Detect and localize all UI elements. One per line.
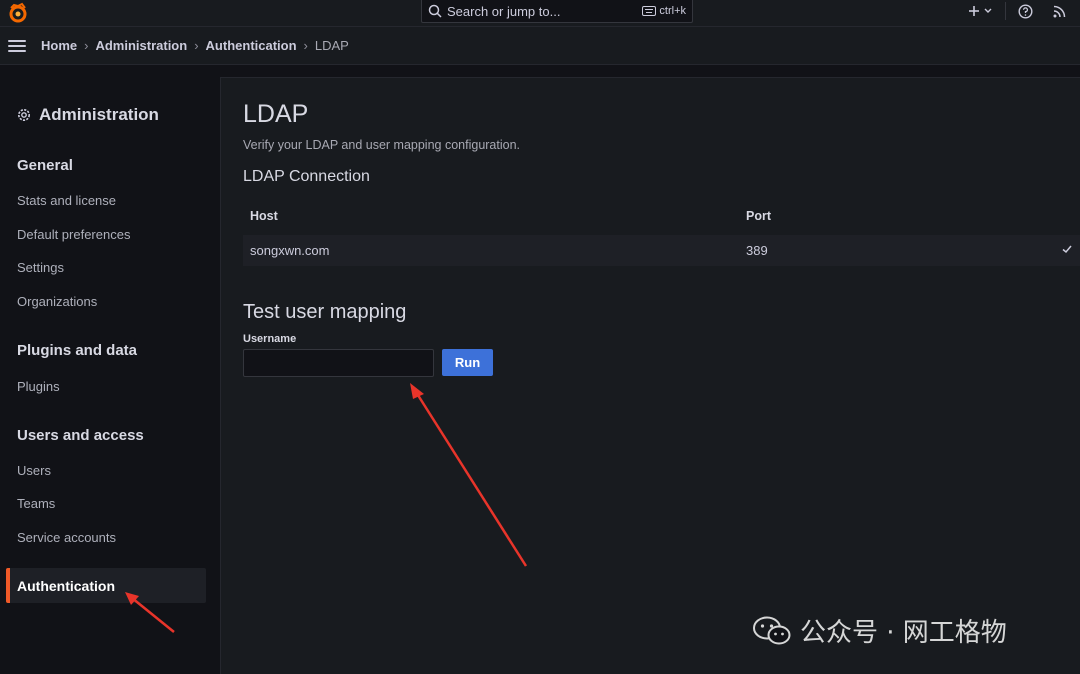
keyboard-shortcut: ctrl+k <box>642 5 686 17</box>
active-indicator <box>6 568 10 603</box>
sidebar-item-stats-and-license[interactable]: Stats and license <box>17 193 116 208</box>
run-button[interactable]: Run <box>442 349 493 376</box>
ldap-page: LDAP Verify your LDAP and user mapping c… <box>220 77 1080 674</box>
watermark: 公众号 · 网工格物 <box>752 612 1007 649</box>
menu-icon[interactable] <box>8 39 26 52</box>
top-actions <box>968 0 1066 22</box>
sidebar-item-authentication[interactable]: Authentication <box>6 568 206 603</box>
news-button[interactable] <box>1053 0 1066 22</box>
divider <box>1005 2 1006 20</box>
breadcrumb-ldap: LDAP <box>314 38 349 53</box>
gear-icon <box>18 109 30 121</box>
search-icon <box>428 4 442 18</box>
test-user-mapping-heading: Test user mapping <box>243 301 407 323</box>
grafana-logo-icon[interactable] <box>7 2 29 24</box>
column-header-host: Host <box>250 209 278 223</box>
plus-icon <box>969 6 979 16</box>
sidebar-item-users[interactable]: Users <box>17 463 51 478</box>
sidebar-item-label: Authentication <box>17 577 115 594</box>
sidebar-title-label: Administration <box>39 105 159 124</box>
page-subtitle: Verify your LDAP and user mapping config… <box>243 138 521 152</box>
help-circle-icon <box>1018 3 1033 19</box>
username-input[interactable] <box>243 349 434 377</box>
chevron-right-icon: › <box>194 38 199 53</box>
check-icon <box>1062 245 1072 254</box>
ldap-connection-heading: LDAP Connection <box>243 168 370 185</box>
breadcrumb-authentication[interactable]: Authentication <box>206 38 297 53</box>
rss-icon <box>1053 5 1066 17</box>
sidebar-item-default-preferences[interactable]: Default preferences <box>17 227 130 242</box>
breadcrumb-bar: Home › Administration › Authentication ›… <box>0 27 1080 65</box>
sidebar-item-settings[interactable]: Settings <box>17 260 64 275</box>
section-general: General <box>17 157 73 174</box>
column-header-port: Port <box>746 209 771 223</box>
sidebar-item-organizations[interactable]: Organizations <box>17 294 97 309</box>
section-plugins-and-data: Plugins and data <box>17 342 138 359</box>
breadcrumb-administration[interactable]: Administration <box>95 38 187 53</box>
port-value: 389 <box>746 243 768 258</box>
username-label: Username <box>243 333 297 345</box>
search-placeholder: Search or jump to... <box>447 3 561 19</box>
section-users-and-access: Users and access <box>17 427 144 444</box>
sidebar-item-teams[interactable]: Teams <box>17 496 55 511</box>
admin-sidebar: Administration General Stats and license… <box>0 66 219 674</box>
breadcrumb-home[interactable]: Home <box>41 38 77 53</box>
wechat-icon <box>753 616 791 644</box>
shortcut-label: ctrl+k <box>659 5 686 17</box>
watermark-text: 公众号 · 网工格物 <box>800 618 1007 648</box>
chevron-right-icon: › <box>303 38 308 53</box>
help-button[interactable] <box>1018 0 1033 22</box>
chevron-right-icon: › <box>84 38 89 53</box>
page-title: LDAP <box>243 100 309 128</box>
search-bar[interactable]: Search or jump to... ctrl+k <box>421 0 693 23</box>
chevron-down-icon <box>984 8 992 13</box>
top-bar: Search or jump to... ctrl+k <box>0 0 1080 27</box>
sidebar-item-plugins[interactable]: Plugins <box>17 379 60 394</box>
sidebar-item-service-accounts[interactable]: Service accounts <box>17 530 116 545</box>
keyboard-icon <box>642 6 657 16</box>
add-menu-button[interactable] <box>968 0 993 22</box>
table-row: songxwn.com 389 <box>243 235 1080 266</box>
host-value: songxwn.com <box>250 243 330 258</box>
sidebar-title: Administration <box>17 105 159 125</box>
